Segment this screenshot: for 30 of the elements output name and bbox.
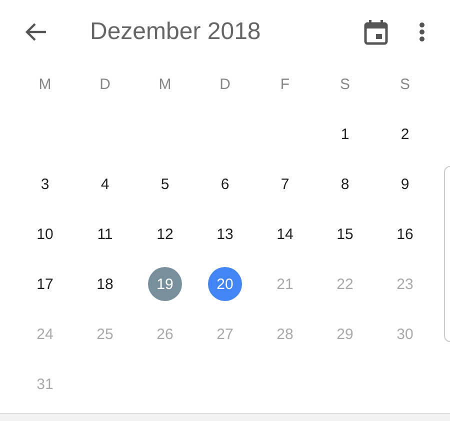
more-icon[interactable] bbox=[419, 22, 425, 42]
calendar-day[interactable]: 1 bbox=[328, 117, 362, 151]
calendar-day[interactable]: 10 bbox=[28, 217, 62, 251]
calendar-day[interactable]: 4 bbox=[88, 167, 122, 201]
weekday-label: D bbox=[100, 76, 110, 92]
weekday-label: D bbox=[220, 76, 230, 92]
calendar-day[interactable]: 15 bbox=[328, 217, 362, 251]
calendar-day[interactable]: 2 bbox=[388, 117, 422, 151]
calendar-day[interactable]: 5 bbox=[148, 167, 182, 201]
calendar-day[interactable]: 20 bbox=[208, 267, 242, 301]
calendar-day[interactable]: 6 bbox=[208, 167, 242, 201]
calendar-day[interactable]: 13 bbox=[208, 217, 242, 251]
calendar-day[interactable]: 16 bbox=[388, 217, 422, 251]
weekday-label: S bbox=[340, 76, 350, 92]
weekday-label: S bbox=[400, 76, 410, 92]
weekday-label: M bbox=[38, 76, 52, 92]
weekday-label: F bbox=[280, 76, 290, 92]
calendar-icon[interactable] bbox=[364, 20, 388, 44]
weekday-label: M bbox=[158, 76, 172, 92]
back-icon[interactable] bbox=[25, 23, 47, 41]
month-title: Dezember 2018 bbox=[90, 18, 262, 46]
calendar-day[interactable]: 8 bbox=[328, 167, 362, 201]
calendar-day[interactable]: 7 bbox=[268, 167, 302, 201]
calendar-day[interactable]: 12 bbox=[148, 217, 182, 251]
calendar-day[interactable]: 18 bbox=[88, 267, 122, 301]
calendar-day[interactable]: 17 bbox=[28, 267, 62, 301]
calendar-day[interactable]: 3 bbox=[28, 167, 62, 201]
calendar-day[interactable]: 9 bbox=[388, 167, 422, 201]
calendar-day[interactable]: 14 bbox=[268, 217, 302, 251]
calendar-day[interactable]: 11 bbox=[88, 217, 122, 251]
